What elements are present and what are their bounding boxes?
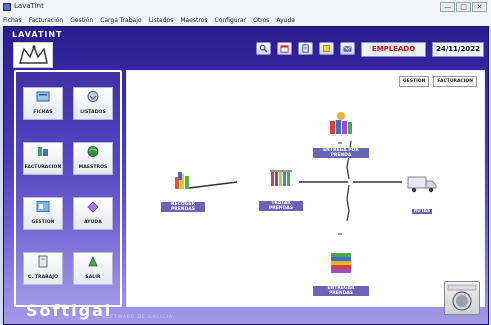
brand-title: LAVATINT bbox=[12, 30, 63, 39]
salir-icon bbox=[88, 256, 98, 267]
maestros-button[interactable]: MAESTROS bbox=[73, 142, 113, 175]
maestros-icon bbox=[87, 146, 99, 157]
menu-gestion[interactable]: Gestión bbox=[70, 16, 93, 26]
menu-otros[interactable]: Otros bbox=[253, 16, 269, 26]
entregar-prendas-label: ENTREGAR PRENDAS bbox=[313, 286, 369, 296]
entregar-prendas-icon bbox=[331, 253, 351, 273]
search-icon[interactable] bbox=[256, 42, 271, 55]
ayuda-button[interactable]: AYUDA bbox=[73, 197, 113, 230]
menu-facturacion[interactable]: Facturación bbox=[29, 16, 64, 26]
ayuda-label: AYUDA bbox=[84, 220, 102, 225]
facturacion-button[interactable]: FACTURACION bbox=[23, 142, 63, 175]
menu-ayuda[interactable]: Ayuda bbox=[276, 16, 295, 26]
app-window: LavaTint — □ ✕ Fichas Facturación Gestió… bbox=[0, 0, 491, 325]
tratar-prendas-node[interactable]: TRATAR PRENDAS bbox=[259, 168, 303, 213]
washing-machine-icon bbox=[444, 281, 480, 315]
listados-icon bbox=[87, 91, 99, 102]
main-area: LAVATINT EMPLEADO 24/11/2022 FICHAS LIST… bbox=[3, 26, 489, 325]
notes-icon[interactable] bbox=[319, 42, 334, 55]
brand-logo bbox=[13, 42, 53, 68]
menu-listados[interactable]: Listados bbox=[149, 16, 174, 26]
entrega-por-prenda-icon bbox=[330, 112, 352, 134]
entrega-por-prenda-node[interactable]: ENTREGA POR PRENDA bbox=[313, 111, 369, 160]
trabajo-icon bbox=[38, 255, 48, 268]
fichas-button[interactable]: FICHAS bbox=[23, 87, 63, 120]
ayuda-icon bbox=[87, 201, 99, 213]
facturacion-label: FACTURACION bbox=[24, 165, 62, 170]
gestion-icon bbox=[36, 201, 50, 212]
calendar-icon[interactable] bbox=[277, 42, 292, 55]
menu-maestros[interactable]: Maestros bbox=[180, 16, 207, 26]
gestion-label: GESTION bbox=[31, 220, 55, 225]
footer-subtitle: SOFTWARE DE GALICIA bbox=[102, 315, 174, 320]
title-bar: LavaTint — □ ✕ bbox=[0, 0, 491, 17]
maximize-button[interactable]: □ bbox=[456, 2, 471, 12]
menu-bar: Fichas Facturación Gestión Carga Trabajo… bbox=[0, 16, 491, 26]
app-icon bbox=[3, 3, 11, 11]
salir-label: SALIR bbox=[85, 275, 101, 280]
date-display: 24/11/2022 bbox=[432, 42, 484, 57]
tratar-prendas-icon bbox=[270, 170, 292, 186]
mail-icon[interactable] bbox=[340, 42, 355, 55]
maestros-label: MAESTROS bbox=[78, 165, 108, 170]
listados-label: LISTADOS bbox=[80, 110, 106, 115]
workflow-canvas: GESTION FACTURACION RECOGER PRENDAS TRAT… bbox=[126, 70, 485, 307]
c-trabajo-label: C. TRABAJO bbox=[27, 275, 58, 280]
facturacion-icon bbox=[38, 147, 48, 156]
footer-logo: Softigal bbox=[26, 301, 113, 320]
fichas-icon bbox=[36, 91, 50, 102]
rutas-label: RUTAS bbox=[411, 209, 433, 214]
menu-carga-trabajo[interactable]: Carga Trabajo bbox=[100, 16, 141, 26]
entrega-por-prenda-label: ENTREGA POR PRENDA bbox=[313, 148, 369, 158]
nav-panel: FICHAS LISTADOS FACTURACION MAESTROS GES… bbox=[14, 70, 122, 307]
c-trabajo-button[interactable]: C. TRABAJO bbox=[23, 252, 63, 285]
recoger-prendas-icon bbox=[175, 172, 189, 189]
rutas-node[interactable]: RUTAS bbox=[403, 175, 441, 216]
fichas-label: FICHAS bbox=[33, 110, 53, 115]
entregar-prendas-node[interactable]: ENTREGAR PRENDAS bbox=[313, 251, 369, 298]
menu-configurar[interactable]: Configurar bbox=[215, 16, 247, 26]
listados-button[interactable]: LISTADOS bbox=[73, 87, 113, 120]
close-button[interactable]: ✕ bbox=[472, 2, 487, 12]
salir-button[interactable]: SALIR bbox=[73, 252, 113, 285]
tratar-prendas-label: TRATAR PRENDAS bbox=[259, 201, 303, 211]
toolbar bbox=[256, 42, 355, 55]
minimize-button[interactable]: — bbox=[440, 2, 455, 12]
truck-icon bbox=[407, 176, 437, 193]
menu-fichas[interactable]: Fichas bbox=[3, 16, 22, 26]
window-title: LavaTint bbox=[14, 2, 44, 10]
recoger-prendas-node[interactable]: RECOGER PRENDAS bbox=[161, 169, 205, 214]
gestion-button[interactable]: GESTION bbox=[23, 197, 63, 230]
document-icon[interactable] bbox=[298, 42, 313, 55]
recoger-prendas-label: RECOGER PRENDAS bbox=[161, 202, 205, 212]
user-role-badge: EMPLEADO bbox=[361, 42, 426, 57]
